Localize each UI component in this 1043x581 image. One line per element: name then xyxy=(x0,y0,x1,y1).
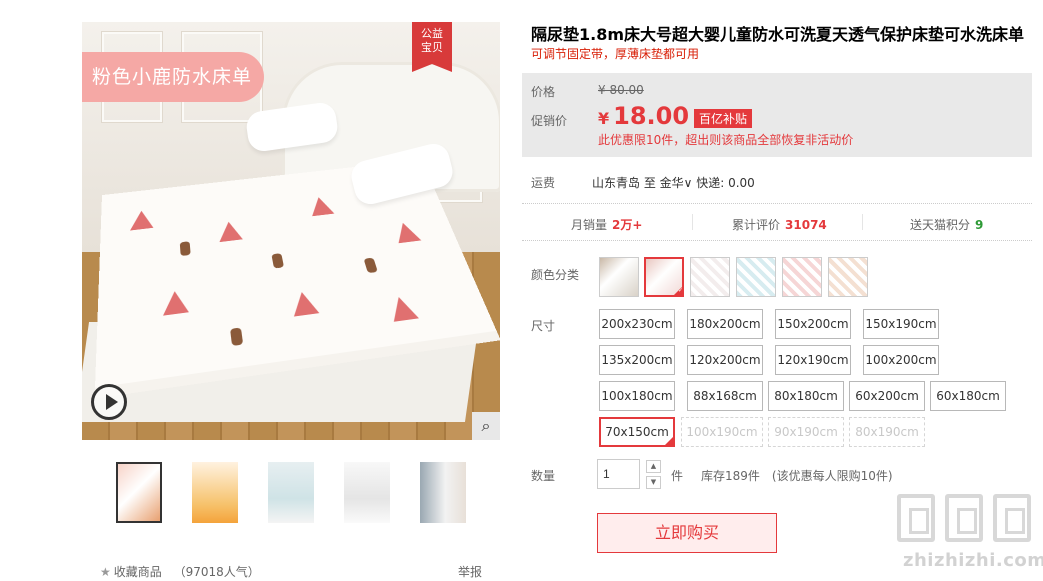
tree-pattern xyxy=(391,221,422,244)
charity-badge: 公益 宝贝 xyxy=(412,22,452,72)
favorite-count: （97018人气） xyxy=(173,565,260,579)
size-option[interactable]: 135x200cm xyxy=(599,345,675,375)
quantity-decrease-icon[interactable]: ▼ xyxy=(646,476,661,489)
size-option: 100x190cm xyxy=(681,417,763,447)
watermark-glyph xyxy=(993,494,1031,542)
deer-pattern xyxy=(271,253,285,269)
star-icon: ★ xyxy=(100,565,111,579)
image-promo-banner: 粉色小鹿防水床单 xyxy=(82,52,264,102)
shipping-destination-selector[interactable]: 山东青岛 至 金华∨ 快递: 0.00 xyxy=(592,174,755,191)
size-option[interactable]: 120x200cm xyxy=(687,345,763,375)
deer-pattern xyxy=(230,327,244,347)
size-option[interactable]: 80x180cm xyxy=(768,381,844,411)
thumbnail-1[interactable] xyxy=(116,462,162,523)
stock-info: 库存189件 (该优惠每人限购10件) xyxy=(701,469,893,483)
size-option[interactable]: 60x180cm xyxy=(930,381,1006,411)
selected-check-icon xyxy=(673,286,682,295)
sales-stats-bar: 月销量 2万+ 累计评价 31074 送天猫积分 9 xyxy=(522,203,1032,241)
tree-pattern xyxy=(129,209,154,231)
promo-limit-note: 此优惠限10件，超出则该商品全部恢复非活动价 xyxy=(598,133,854,147)
quantity-input[interactable] xyxy=(597,459,640,489)
magnifier-icon[interactable]: ⌕ xyxy=(472,412,500,440)
report-link[interactable]: 举报 xyxy=(458,563,482,580)
tree-pattern xyxy=(289,290,320,317)
color-swatch-4[interactable] xyxy=(736,257,776,297)
thumbnail-5[interactable] xyxy=(420,462,466,523)
color-swatch-2[interactable] xyxy=(644,257,684,297)
promo-price: ¥18.00 xyxy=(598,102,689,130)
stat-reviews[interactable]: 累计评价 31074 xyxy=(732,216,827,233)
charity-badge-line1: 公益 xyxy=(421,27,443,40)
color-swatch-3[interactable] xyxy=(690,257,730,297)
quantity-label: 数量 xyxy=(531,469,556,483)
deer-pattern xyxy=(179,241,191,257)
original-price: ¥ 80.00 xyxy=(598,83,644,97)
color-label: 颜色分类 xyxy=(531,268,580,282)
promo-price-value: 18.00 xyxy=(613,102,690,130)
size-option[interactable]: 150x190cm xyxy=(863,309,939,339)
buy-now-button[interactable]: 立即购买 xyxy=(597,513,777,553)
quantity-unit: 件 xyxy=(671,469,684,483)
watermark-glyph xyxy=(945,494,983,542)
watermark-text: zhizhizhi.com xyxy=(903,550,1043,571)
stat-label: 月销量 xyxy=(571,218,608,232)
stat-label: 累计评价 xyxy=(732,218,781,232)
size-option[interactable]: 60x200cm xyxy=(849,381,925,411)
stat-monthly-sales: 月销量 2万+ xyxy=(571,216,642,233)
play-video-icon[interactable] xyxy=(91,384,127,420)
original-price-label: 价格 xyxy=(531,85,556,99)
site-watermark: zhizhizhi.com xyxy=(897,494,1043,574)
currency-symbol: ¥ xyxy=(598,109,610,128)
size-option[interactable]: 200x230cm xyxy=(599,309,675,339)
promo-price-label: 促销价 xyxy=(531,114,568,128)
color-swatch-1[interactable] xyxy=(599,257,639,297)
size-option[interactable]: 88x168cm xyxy=(687,381,763,411)
size-option[interactable]: 100x200cm xyxy=(863,345,939,375)
product-subtitle: 可调节固定带，厚薄床垫都可用 xyxy=(531,47,700,61)
shipping-label: 运费 xyxy=(531,176,556,190)
tree-pattern xyxy=(307,196,335,217)
color-swatch-5[interactable] xyxy=(782,257,822,297)
thumbnail-4[interactable] xyxy=(344,462,390,523)
main-product-image[interactable]: 粉色小鹿防水床单 公益 宝贝 ⌕ xyxy=(82,22,500,440)
stat-tmall-points: 送天猫积分 9 xyxy=(910,216,983,233)
product-title: 隔尿垫1.8m床大号超大婴儿童防水可洗夏天透气保护床垫可水洗床单 xyxy=(531,25,1025,44)
subsidy-badge: 百亿补贴 xyxy=(694,109,753,128)
quantity-increase-icon[interactable]: ▲ xyxy=(646,460,661,473)
size-option[interactable]: 150x200cm xyxy=(775,309,851,339)
size-option[interactable]: 70x150cm xyxy=(599,417,675,463)
size-option: 90x190cm xyxy=(768,417,844,447)
tree-pattern xyxy=(162,289,189,316)
favorite-button[interactable]: ★ 收藏商品 （97018人气） xyxy=(100,563,260,580)
size-option[interactable]: 100x180cm xyxy=(599,381,675,411)
stat-label: 送天猫积分 xyxy=(910,218,971,232)
stat-value: 2万+ xyxy=(612,218,643,232)
thumbnail-3[interactable] xyxy=(268,462,314,523)
size-label: 尺寸 xyxy=(531,319,556,333)
size-option: 80x190cm xyxy=(849,417,925,447)
tree-pattern xyxy=(386,295,419,322)
color-swatch-6[interactable] xyxy=(828,257,868,297)
watermark-glyph xyxy=(897,494,935,542)
stat-divider xyxy=(692,214,693,230)
deer-pattern xyxy=(363,257,378,274)
tree-pattern xyxy=(217,220,243,243)
stat-value: 9 xyxy=(975,218,984,232)
charity-badge-line2: 宝贝 xyxy=(421,41,443,54)
favorite-label: 收藏商品 xyxy=(113,565,162,579)
size-option[interactable]: 180x200cm xyxy=(687,309,763,339)
stat-value: 31074 xyxy=(785,218,827,232)
size-option[interactable]: 120x190cm xyxy=(775,345,851,375)
stat-divider xyxy=(862,214,863,230)
selected-check-icon xyxy=(664,436,674,463)
price-panel: 价格 ¥ 80.00 促销价 ¥18.00 百亿补贴 此优惠限10件，超出则该商… xyxy=(522,73,1032,157)
thumbnail-2[interactable] xyxy=(192,462,238,523)
